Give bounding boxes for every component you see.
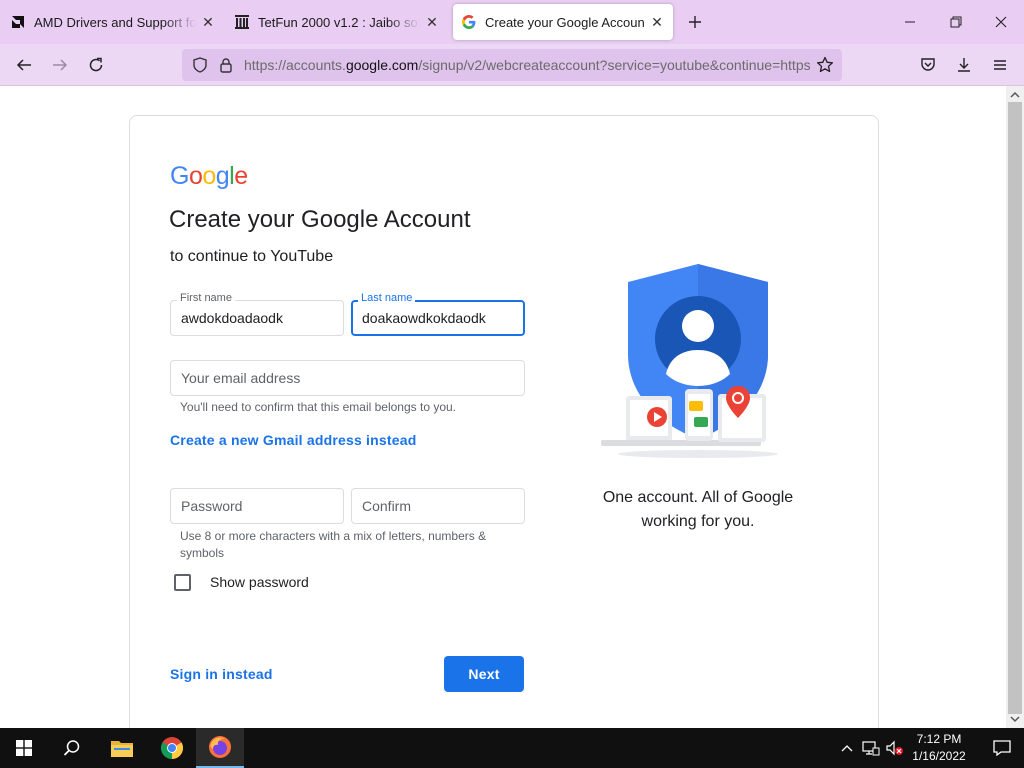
- app-menu-button[interactable]: [986, 51, 1014, 79]
- pocket-button[interactable]: [914, 51, 942, 79]
- lock-icon[interactable]: [216, 55, 236, 75]
- password-field: [170, 488, 344, 524]
- scrollbar-thumb[interactable]: [1008, 102, 1022, 714]
- close-tab-icon[interactable]: ✕: [649, 14, 665, 30]
- search-icon: [63, 740, 80, 756]
- download-icon: [958, 58, 970, 72]
- start-button[interactable]: [0, 728, 48, 768]
- arrow-right-icon: [53, 59, 68, 71]
- firefox-icon: [209, 736, 231, 758]
- tab-label: TetFun 2000 v1.2 : Jaibo software: [258, 14, 420, 30]
- scroll-up-arrow-icon[interactable]: [1010, 90, 1020, 100]
- page-viewport: Google Create your Google Account to con…: [0, 86, 1006, 728]
- system-clock[interactable]: 7:12 PM 1/16/2022: [900, 731, 978, 765]
- last-name-input[interactable]: [353, 302, 521, 334]
- arrow-left-icon: [16, 59, 31, 71]
- next-button[interactable]: Next: [444, 656, 524, 692]
- tagline: One account. All of Google working for y…: [578, 486, 818, 534]
- new-tab-button[interactable]: [683, 10, 707, 34]
- close-icon: [995, 16, 1007, 28]
- first-name-input[interactable]: [172, 302, 342, 334]
- hamburger-menu-icon: [994, 60, 1006, 70]
- email-hint: You'll need to confirm that this email b…: [180, 400, 457, 414]
- google-logo: Google: [170, 162, 248, 190]
- pocket-icon: [921, 58, 935, 71]
- last-name-field: Last name: [351, 292, 525, 336]
- notification-icon: [993, 740, 1011, 757]
- shield-icon[interactable]: [190, 55, 210, 75]
- google-g-icon: [461, 14, 477, 30]
- email-input[interactable]: [172, 362, 523, 394]
- close-tab-icon[interactable]: ✕: [200, 14, 216, 30]
- chrome-button[interactable]: [148, 728, 196, 768]
- clock-time: 7:12 PM: [916, 732, 962, 746]
- file-explorer-icon: [111, 741, 133, 757]
- create-gmail-link[interactable]: Create a new Gmail address instead: [170, 432, 416, 448]
- minimize-button[interactable]: [887, 0, 933, 44]
- tagline-line-2: working for you.: [641, 513, 755, 530]
- back-button[interactable]: [10, 51, 38, 79]
- windows-start-icon: [16, 740, 32, 756]
- restore-button[interactable]: [933, 0, 979, 44]
- network-icon[interactable]: [862, 738, 880, 758]
- tab-amd-drivers[interactable]: AMD Drivers and Support for Radeon ✕: [2, 4, 224, 40]
- account-shield-illustration: [601, 264, 778, 458]
- confirm-password-input[interactable]: [353, 490, 523, 522]
- file-explorer-button[interactable]: [98, 728, 146, 768]
- vertical-scrollbar[interactable]: [1006, 86, 1024, 728]
- downloads-button[interactable]: [950, 51, 978, 79]
- scroll-down-arrow-icon[interactable]: [1010, 714, 1020, 724]
- chrome-icon: [161, 737, 183, 759]
- email-field: [170, 360, 525, 396]
- tab-label: AMD Drivers and Support for Radeon: [34, 14, 196, 30]
- address-bar[interactable]: https://accounts.google.com/signup/v2/we…: [182, 49, 842, 81]
- url-text[interactable]: https://accounts.google.com/signup/v2/we…: [244, 57, 812, 73]
- show-hidden-icons-chevron-icon[interactable]: [838, 738, 856, 758]
- show-password-label[interactable]: Show password: [210, 574, 309, 590]
- minimize-icon: [905, 21, 915, 23]
- tab-create-google-account[interactable]: Create your Google Account ✕: [453, 4, 673, 40]
- amd-logo-icon: [10, 14, 26, 30]
- signup-card: Google Create your Google Account to con…: [129, 115, 879, 728]
- tab-label: Create your Google Account: [485, 14, 645, 30]
- tagline-line-1: One account. All of Google: [602, 489, 794, 506]
- show-password-checkbox[interactable]: [174, 574, 191, 591]
- password-input[interactable]: [172, 490, 342, 522]
- first-name-field: First name: [170, 292, 344, 336]
- page-subtitle: to continue to YouTube: [170, 248, 334, 265]
- windows-taskbar: 7:12 PM 1/16/2022: [0, 728, 1024, 768]
- taskbar-search-button[interactable]: [48, 728, 96, 768]
- reload-button[interactable]: [82, 51, 110, 79]
- restore-icon: [950, 16, 962, 28]
- close-tab-icon[interactable]: ✕: [424, 14, 440, 30]
- archive-building-icon: [234, 14, 250, 30]
- firefox-button[interactable]: [196, 728, 244, 768]
- tab-bar: AMD Drivers and Support for Radeon ✕ Tet…: [0, 0, 1024, 44]
- reload-icon: [89, 57, 103, 72]
- forward-button[interactable]: [46, 51, 74, 79]
- clock-date: 1/16/2022: [912, 749, 966, 763]
- bookmark-star-icon[interactable]: [815, 55, 835, 75]
- sign-in-instead-link[interactable]: Sign in instead: [170, 666, 273, 682]
- confirm-password-field: [351, 488, 525, 524]
- navigation-toolbar: https://accounts.google.com/signup/v2/we…: [0, 44, 1024, 86]
- tab-tetfun[interactable]: TetFun 2000 v1.2 : Jaibo software ✕: [226, 4, 448, 40]
- password-hint: Use 8 or more characters with a mix of l…: [180, 529, 487, 560]
- action-center-button[interactable]: [980, 728, 1024, 768]
- page-title: Create your Google Account: [169, 206, 471, 233]
- close-window-button[interactable]: [978, 0, 1024, 44]
- plus-icon: [689, 16, 701, 28]
